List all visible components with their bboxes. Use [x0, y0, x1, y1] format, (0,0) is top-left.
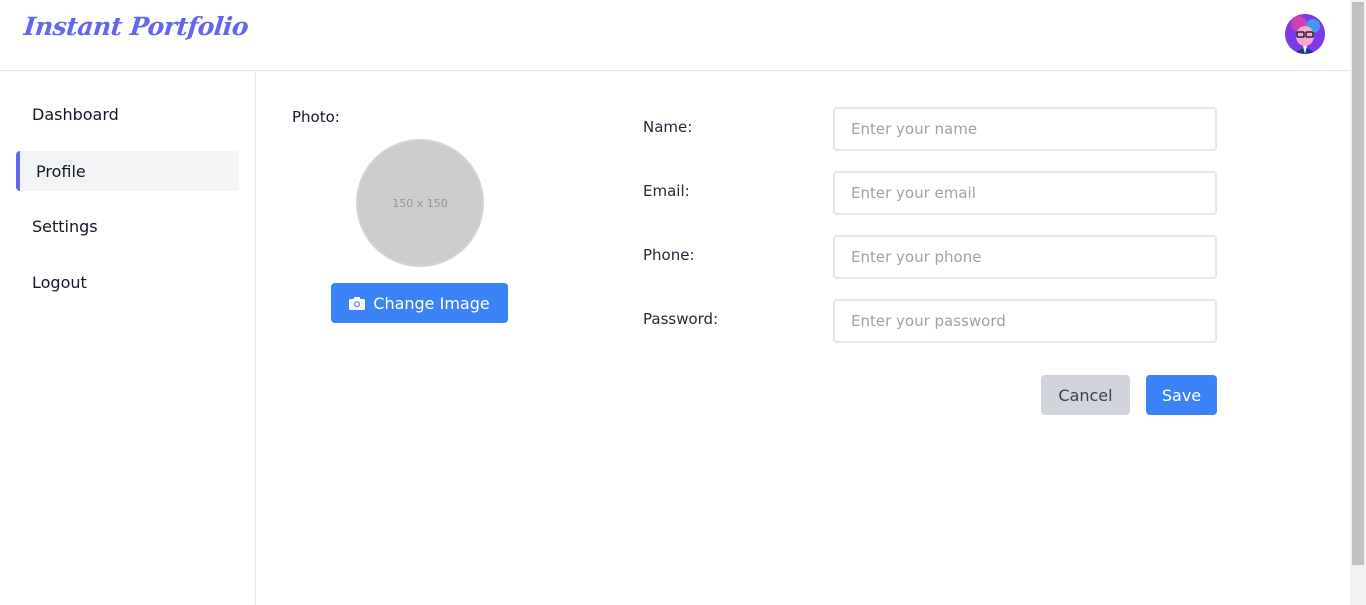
- sidebar-item-logout[interactable]: Logout: [16, 262, 239, 302]
- change-image-button[interactable]: Change Image: [331, 283, 508, 323]
- sidebar-nav: Dashboard Profile Settings Logout: [0, 71, 256, 605]
- app-logo[interactable]: Instant Portfolio: [22, 12, 249, 41]
- user-avatar[interactable]: [1285, 14, 1325, 54]
- cancel-button[interactable]: Cancel: [1041, 375, 1130, 415]
- password-field[interactable]: [833, 299, 1217, 343]
- email-field[interactable]: [833, 171, 1217, 215]
- scrollbar-thumb[interactable]: [1352, 2, 1364, 565]
- avatar-illustration-icon: [1285, 14, 1325, 54]
- sidebar-item-label: Profile: [36, 161, 86, 181]
- sidebar-item-label: Logout: [32, 272, 87, 292]
- sidebar-item-label: Dashboard: [32, 104, 119, 124]
- profile-photo-placeholder: 150 x 150: [356, 139, 484, 267]
- top-header: Instant Portfolio: [0, 0, 1350, 71]
- password-label: Password:: [643, 310, 719, 328]
- name-field[interactable]: [833, 107, 1217, 151]
- save-button[interactable]: Save: [1146, 375, 1217, 415]
- camera-icon: [349, 297, 366, 310]
- email-label: Email:: [643, 182, 690, 200]
- name-label: Name:: [643, 118, 693, 136]
- sidebar-item-label: Settings: [32, 216, 98, 236]
- sidebar-item-settings[interactable]: Settings: [16, 206, 239, 246]
- change-image-label: Change Image: [373, 293, 490, 313]
- phone-field[interactable]: [833, 235, 1217, 279]
- photo-label: Photo:: [292, 108, 340, 126]
- sidebar-item-dashboard[interactable]: Dashboard: [16, 94, 239, 134]
- photo-placeholder-text: 150 x 150: [392, 196, 448, 210]
- phone-label: Phone:: [643, 246, 695, 264]
- sidebar-item-profile[interactable]: Profile: [16, 151, 239, 191]
